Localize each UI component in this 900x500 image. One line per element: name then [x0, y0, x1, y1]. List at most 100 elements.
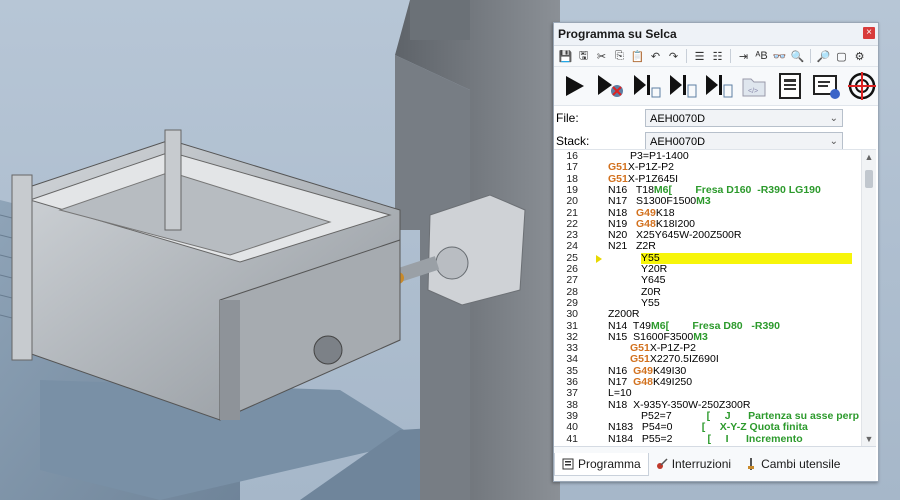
run-toolbar: </>	[554, 67, 878, 106]
target-icon[interactable]	[846, 70, 878, 102]
goto-icon[interactable]: ▢	[834, 49, 849, 64]
code-keyword: M3	[693, 330, 708, 343]
code-line[interactable]: 27 Y645	[554, 274, 860, 287]
code-keyword: Fresa D80 -R390	[669, 319, 780, 332]
code-token: X2270.5IZ690I	[649, 353, 719, 366]
code-token: N18	[608, 206, 637, 219]
code-token: K18I200	[655, 217, 695, 230]
toolbar-separator	[810, 49, 811, 63]
paste-icon[interactable]: 📋	[630, 49, 645, 64]
code-line[interactable]: 36 N17 G48K49I250	[554, 376, 860, 388]
cut-icon[interactable]: ✂	[594, 49, 609, 64]
replace-icon[interactable]: 🔎	[816, 49, 831, 64]
code-token: N17 S1300F1500	[608, 195, 697, 208]
code-token: K49I250	[652, 376, 693, 388]
code-token: N17	[608, 376, 634, 388]
code-keyword: M6	[653, 183, 669, 196]
stack-select-value: AEH0070D	[650, 135, 706, 148]
find-icon[interactable]: 👓	[772, 49, 787, 64]
open-file-icon[interactable]: </>	[738, 70, 770, 102]
code-editor[interactable]: ▲ ▼ 16 P3=P1-1400 17 G51X-P1Z-P2 18 G51X-P1Z6…	[554, 149, 876, 446]
code-line[interactable]: 25 Y55	[554, 251, 860, 264]
save-all-icon[interactable]: 🖫	[576, 49, 591, 64]
code-token: N21 Z2R	[608, 240, 656, 253]
code-line[interactable]: 35 N16 G49K49I30	[554, 365, 860, 377]
code-keyword: M6	[651, 319, 666, 332]
code-text: Y55	[641, 296, 660, 309]
code-keyword: Fresa D160 -R390 LG190	[672, 183, 821, 196]
code-keyword: M3	[696, 195, 711, 208]
code-line[interactable]: 23 N20 X25Y645W-200Z500R	[554, 229, 860, 242]
program-panel: Programma su Selca × 💾 🖫 ✂ ⎘ 📋 ↶ ↷ ☰ ☷ ⇥ ᴬB 👓 🔍 🔎 ▢ ⚙ <…	[553, 22, 879, 482]
chevron-down-icon: ⌄	[829, 135, 838, 147]
code-token: Y55	[641, 296, 660, 309]
code-token: N20 X25Y645W-200Z500R	[608, 229, 742, 242]
settings-icon[interactable]: ⚙	[852, 49, 867, 64]
step-icon[interactable]	[630, 70, 662, 102]
code-line[interactable]: 32 N15 S1600F3500M3	[554, 330, 860, 343]
svg-text:</>: </>	[748, 88, 758, 95]
file-row: File: AEH0070D ⌄	[554, 106, 878, 129]
tab-cambi-utensile[interactable]: Cambi utensile	[738, 453, 847, 475]
code-line[interactable]: 41 N184 P55=2 [ I Incremento	[554, 433, 860, 445]
editor-scrollbar[interactable]: ▲ ▼	[861, 150, 876, 446]
code-token: Y55	[641, 251, 660, 264]
code-text: Y55	[641, 251, 852, 264]
copy-icon[interactable]: ⎘	[612, 49, 627, 64]
bullet-list-icon[interactable]: ☷	[710, 49, 725, 64]
code-token: N16 T18	[608, 183, 654, 196]
program-list-icon[interactable]	[774, 70, 806, 102]
step-out-icon[interactable]	[702, 70, 734, 102]
tab-label: Interruzioni	[671, 457, 732, 471]
tab-programma[interactable]: Programma	[554, 452, 649, 476]
code-token: N19	[608, 217, 637, 230]
code-keyword: G51	[608, 161, 628, 174]
code-line[interactable]: 17 G51X-P1Z-P2	[554, 161, 860, 174]
code-line[interactable]: 16 P3=P1-1400	[554, 150, 860, 162]
sort-icon[interactable]: ᴬB	[754, 49, 769, 64]
undo-icon[interactable]: ↶	[648, 49, 663, 64]
step-over-icon[interactable]	[666, 70, 698, 102]
scroll-up-icon[interactable]: ▲	[862, 150, 876, 164]
code-token: N18 X-935Y-350W-250Z300R	[608, 398, 751, 411]
breakpoint-list-icon[interactable]: ☰	[692, 49, 707, 64]
code-line[interactable]: 29 Y55	[554, 296, 860, 309]
scroll-down-icon[interactable]: ▼	[862, 432, 876, 446]
redo-icon[interactable]: ↷	[666, 49, 681, 64]
info-panel-icon[interactable]	[810, 70, 842, 102]
panel-titlebar[interactable]: Programma su Selca ×	[554, 23, 878, 46]
code-line[interactable]: 26 Y20R	[554, 263, 860, 275]
line-number: 30	[566, 308, 578, 321]
file-select-value: AEH0070D	[650, 112, 706, 125]
run-from-line-icon[interactable]	[594, 70, 626, 102]
code-keyword: G48	[636, 217, 656, 230]
code-token: L=10	[608, 387, 632, 400]
toolbar-separator	[686, 49, 687, 63]
tab-label: Cambi utensile	[761, 457, 841, 471]
tool-change-icon	[745, 458, 757, 470]
tab-interruzioni[interactable]: Interruzioni	[649, 453, 738, 475]
save-icon[interactable]: 💾	[558, 49, 573, 64]
code-token: Y645	[641, 274, 666, 287]
code-token: K18	[655, 206, 675, 219]
code-keyword: [ J Partenza su asse perp	[706, 409, 859, 422]
code-keyword: G49	[636, 206, 656, 219]
stack-label: Stack:	[556, 133, 590, 148]
code-line[interactable]: 20 N17 S1300F1500M3	[554, 195, 860, 208]
current-line-marker-icon	[596, 254, 602, 263]
line-number: 34	[566, 353, 578, 366]
stack-select[interactable]: AEH0070D ⌄	[645, 131, 843, 150]
run-icon[interactable]	[558, 70, 590, 102]
line-number: 27	[566, 274, 578, 287]
code-line[interactable]: 28 Z0R	[554, 286, 860, 298]
close-icon[interactable]: ×	[863, 27, 875, 39]
code-line[interactable]: 34 G51X2270.5IZ690I	[554, 353, 860, 366]
find-next-icon[interactable]: 🔍	[790, 49, 805, 64]
file-select[interactable]: AEH0070D ⌄	[645, 108, 843, 127]
code-line[interactable]: 24 N21 Z2R	[554, 240, 860, 253]
code-keyword: G51	[608, 172, 628, 185]
line-number: 40	[566, 421, 578, 434]
indent-icon[interactable]: ⇥	[736, 49, 751, 64]
scroll-thumb[interactable]	[865, 170, 873, 188]
code-line[interactable]: 21 N18 G49K18	[554, 206, 860, 219]
